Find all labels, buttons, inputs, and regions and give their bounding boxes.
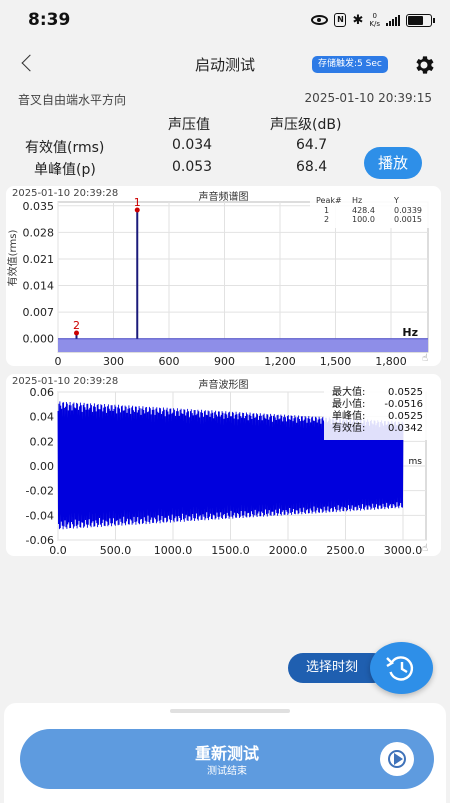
y-tick-label: -0.02 (26, 485, 54, 498)
measurement-location: 音叉自由端水平方向 (18, 93, 127, 107)
y-tick-label: 0.014 (23, 280, 55, 293)
y-tick-label: 0.007 (23, 306, 55, 319)
x-tick-label: 900 (214, 355, 235, 366)
nav-bar: 启动测试 存储触发:5 Sec (0, 44, 450, 86)
x-tick-label: 2500.0 (326, 544, 365, 556)
test-info: 音叉自由端水平方向 2025-01-10 20:39:15 (18, 91, 432, 108)
row-label-rms: 有效值(rms) (25, 140, 105, 156)
zoom-hand-icon: ☝ (422, 353, 428, 364)
peak-table-cell: 0.0015 (394, 215, 422, 224)
network-speed-unit: K/s (369, 20, 380, 28)
test-status-label: 测试结束 (207, 766, 247, 777)
network-speed-value: 0 (372, 12, 377, 20)
header-sound-pressure: 声压值 (168, 117, 210, 133)
bottom-panel: 重新测试 测试结束 (4, 703, 446, 803)
x-tick-label: 1,800 (375, 355, 407, 366)
x-tick-label: 0 (55, 355, 62, 366)
waveform-title: 声音波形图 (198, 380, 249, 391)
retest-label: 重新测试 (194, 744, 259, 763)
peak-table-cell: 428.4 (352, 206, 375, 215)
spectrum-chart: 0 300 600 900 1,200 1,500 1,800 0.000 0.007 0.014… (6, 194, 434, 366)
stat-label: 有效值: (332, 421, 365, 434)
y-tick-label: 0.000 (23, 333, 55, 346)
history-clock-icon (386, 656, 414, 681)
stat-label: 单峰值: (332, 409, 365, 422)
stat-value: 0.0342 (388, 423, 423, 434)
y-tick-label: 0.028 (23, 226, 55, 239)
play-button[interactable]: 播放 (364, 147, 422, 179)
eye-comfort-icon (311, 15, 329, 25)
spectrum-fill (58, 338, 428, 352)
spectrum-chart-card[interactable]: 0 300 600 900 1,200 1,500 1,800 0.000 0.007 0.014… (6, 186, 441, 366)
zoom-hand-icon: ☝ (422, 543, 428, 554)
y-axis-label: 有效值(rms) (6, 230, 19, 287)
bluetooth-icon: ✱ (352, 12, 364, 28)
rms-level-value: 64.7 (296, 137, 328, 153)
x-tick-label: 300 (103, 355, 124, 366)
signal-icon (386, 14, 400, 26)
x-axis-unit: Hz (402, 326, 418, 339)
x-tick-label: 1,200 (264, 355, 296, 366)
settings-gear-icon[interactable] (412, 53, 436, 77)
status-time: 8:39 (28, 10, 71, 30)
rms-pressure-value: 0.034 (172, 137, 213, 153)
x-tick-label: 1000.0 (154, 544, 193, 556)
drag-handle[interactable] (170, 709, 290, 713)
stat-label: 最小值: (332, 397, 365, 410)
waveform-unit-label: ms (409, 457, 423, 467)
x-tick-label: 500.0 (100, 544, 132, 556)
x-tick-label: 2000.0 (269, 544, 308, 556)
y-tick-label: -0.06 (26, 534, 54, 547)
waveform-chart-card[interactable]: 0.0 500.0 1000.0 1500.0 2000.0 2500.0 3000.0 -0… (6, 374, 441, 556)
peak-table-cell: 0.0339 (394, 206, 422, 215)
row-label-peak: 单峰值(p) (34, 162, 96, 178)
y-tick-label: 0.02 (30, 435, 55, 448)
x-tick-label: 1,500 (320, 355, 352, 366)
y-tick-label: 0.00 (30, 460, 55, 473)
save-trigger-badge[interactable]: 存储触发:5 Sec (312, 56, 388, 73)
header-sound-level: 声压级(dB) (270, 117, 342, 133)
nfc-icon: N (334, 13, 347, 27)
stat-value: -0.0516 (384, 399, 423, 410)
play-circle-icon (380, 742, 414, 776)
peak-level-value: 68.4 (296, 159, 328, 175)
y-tick-label: -0.04 (26, 509, 54, 522)
x-tick-label: 3000.0 (384, 544, 423, 556)
retest-button[interactable]: 重新测试 测试结束 (20, 729, 434, 789)
x-tick-label: 600 (159, 355, 180, 366)
status-icons: N ✱ 0 K/s (311, 12, 435, 28)
x-tick-label: 1500.0 (211, 544, 250, 556)
stat-value: 0.0525 (388, 411, 423, 422)
y-tick-label: 0.04 (30, 411, 55, 424)
spectrum-title: 声音频谱图 (198, 192, 249, 203)
peak-table-cell: 2 (324, 215, 329, 224)
battery-icon (406, 13, 435, 27)
status-bar: 8:39 N ✱ 0 K/s (0, 0, 450, 44)
history-fab[interactable] (370, 642, 433, 694)
peak-table-cell: 100.0 (352, 215, 375, 224)
waveform-chart: 0.0 500.0 1000.0 1500.0 2000.0 2500.0 3000.0-0… (26, 382, 428, 556)
network-speed: 0 K/s (369, 12, 380, 28)
y-tick-label: 0.021 (23, 253, 55, 266)
peak-pressure-value: 0.053 (172, 159, 213, 175)
test-datetime: 2025-01-10 20:39:15 (304, 91, 432, 105)
peak-label: 2 (73, 319, 80, 332)
peak-table-cell: 1 (324, 206, 329, 215)
